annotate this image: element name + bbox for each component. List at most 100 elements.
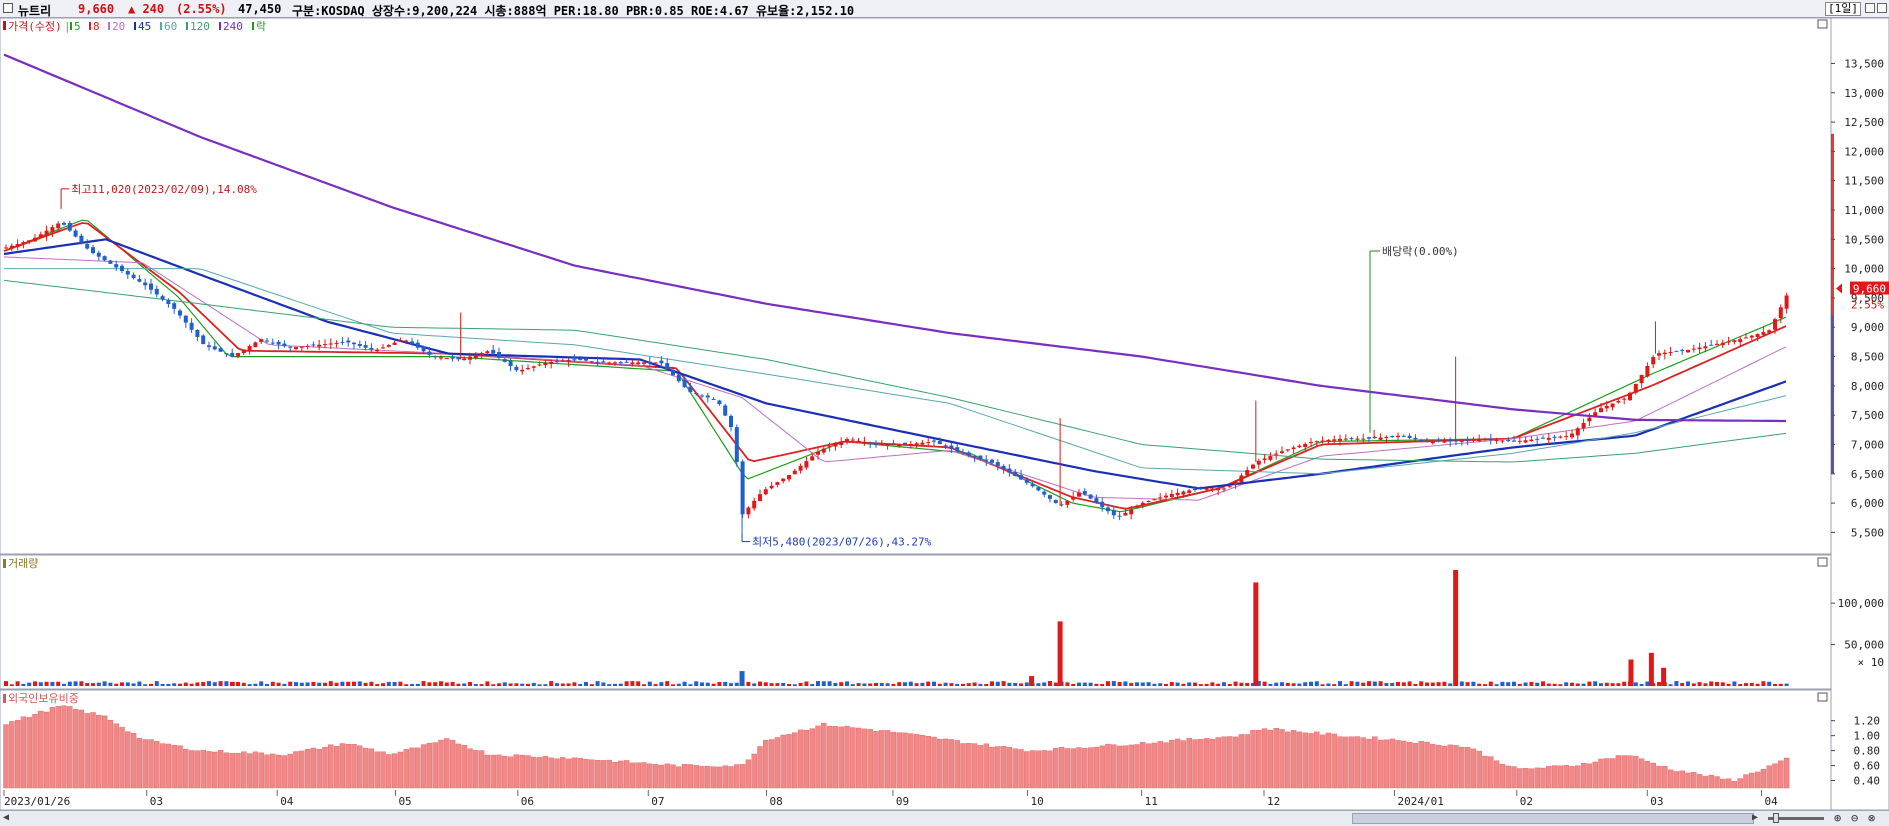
volume-bar: [758, 681, 762, 686]
scroll-right-icon[interactable]: ▶: [1752, 812, 1758, 823]
foreign-bar: [792, 732, 798, 789]
candle: [294, 347, 298, 350]
period-selector[interactable]: [1일]: [1825, 2, 1861, 16]
candle: [1175, 492, 1180, 496]
volume-bar: [1146, 682, 1151, 686]
foreign-bar: [1256, 729, 1262, 789]
foreign-bar: [200, 749, 206, 789]
zoom-reset-icon[interactable]: ⊗: [1868, 811, 1875, 825]
candle: [1198, 488, 1203, 490]
zoom-out-icon[interactable]: ⊖: [1851, 811, 1858, 825]
foreign-bar: [1725, 778, 1732, 789]
volume-bar: [9, 684, 14, 686]
candle: [1187, 490, 1192, 493]
foreign-bar: [1546, 766, 1552, 789]
candle: [862, 441, 867, 443]
foreign-bar: [38, 710, 44, 789]
volume-bar: [1355, 681, 1360, 686]
foreign-bar: [3, 724, 9, 789]
volume-bar: [1680, 682, 1685, 686]
foreign-bar: [1319, 734, 1326, 789]
volume-bar: [1715, 681, 1719, 686]
candle: [1599, 408, 1603, 413]
restore-icon[interactable]: [1865, 3, 1875, 13]
foreign-bar: [432, 742, 438, 789]
candle: [694, 393, 699, 395]
zoom-in-icon[interactable]: ⊕: [1834, 811, 1841, 825]
candle: [642, 362, 646, 364]
foreign-bar: [832, 726, 839, 789]
candle: [653, 362, 658, 364]
foreign-bar: [1551, 765, 1558, 789]
foreign-bar: [913, 734, 920, 789]
candle: [1691, 348, 1696, 350]
foreign-bar: [345, 744, 351, 789]
foreign-bar: [177, 745, 183, 789]
foreign-bar: [1232, 736, 1239, 789]
candle: [253, 342, 258, 348]
candle: [125, 270, 130, 275]
foreign-bar: [1331, 733, 1337, 789]
foreign-bar: [1667, 769, 1674, 789]
select-checkbox[interactable]: [3, 3, 13, 13]
volume-bar: [932, 681, 936, 686]
legend-ma-120: 120: [190, 20, 210, 33]
volume-bar: [1169, 681, 1174, 686]
candle: [810, 456, 815, 461]
close-icon[interactable]: [1877, 3, 1887, 13]
volume-bar: [850, 684, 855, 686]
foreign-bar: [449, 740, 456, 789]
foreign-bar: [1534, 767, 1540, 789]
candle: [392, 342, 397, 345]
foreign-bar: [1296, 731, 1303, 789]
candle: [816, 451, 820, 455]
foreign-bar: [1186, 737, 1192, 789]
foreign-bar: [734, 764, 740, 789]
volume-bar: [1309, 681, 1313, 686]
volume-bar: [491, 684, 496, 686]
chart-area[interactable]: 가격(수정) | 5 8 20 45 60 120 240 락 거래량 외국인보유비중 13,5…: [0, 18, 1889, 810]
foreign-bar: [589, 759, 595, 789]
volume-bar: [1297, 683, 1302, 686]
candle: [340, 341, 345, 343]
price-pane-maximize-icon[interactable]: [1817, 19, 1828, 29]
candle: [1019, 475, 1023, 480]
volume-bar: [1778, 683, 1783, 686]
foreign-bar: [908, 733, 914, 789]
candle: [1106, 507, 1110, 512]
foreign-bar: [577, 757, 583, 789]
volume-bar: [410, 683, 414, 686]
scroll-left-icon[interactable]: ◀: [3, 812, 9, 823]
foreign-bar: [1192, 739, 1198, 789]
foreign-bar: [1064, 748, 1071, 789]
zoom-knob[interactable]: [1773, 813, 1779, 823]
volume-bar: [816, 681, 820, 686]
foreign-bar: [1412, 743, 1419, 789]
foreign-pane-maximize-icon[interactable]: [1817, 692, 1828, 702]
volume-bar: [845, 681, 849, 686]
volume-bar: [131, 683, 136, 686]
candle: [398, 340, 403, 342]
volume-pane-maximize-icon[interactable]: [1817, 557, 1828, 567]
foreign-bar: [96, 714, 102, 789]
foreign-y-tick: 0.40: [1854, 775, 1881, 788]
candle: [1442, 441, 1447, 443]
volume-bar: [166, 683, 171, 686]
x-tick-label: 12: [1267, 795, 1280, 808]
scroll-thumb[interactable]: [1352, 813, 1754, 824]
foreign-y-tick: 1.20: [1854, 715, 1881, 728]
candle: [160, 296, 165, 300]
candle: [33, 237, 37, 242]
price-y-tick: 6,500: [1851, 468, 1884, 481]
foreign-bar: [9, 721, 15, 789]
horizontal-scrollbar[interactable]: ◀ ▶ ⊕ ⊖ ⊗: [0, 810, 1889, 826]
candle: [479, 353, 484, 356]
volume-bar: [549, 681, 554, 686]
legend-ma-20: 20: [112, 20, 125, 33]
candle: [1465, 440, 1470, 442]
volume-bar: [885, 683, 890, 686]
volume-bar: [346, 681, 351, 686]
foreign-bar: [884, 730, 891, 789]
volume-bar: [514, 683, 519, 686]
volume-bar: [531, 682, 536, 686]
